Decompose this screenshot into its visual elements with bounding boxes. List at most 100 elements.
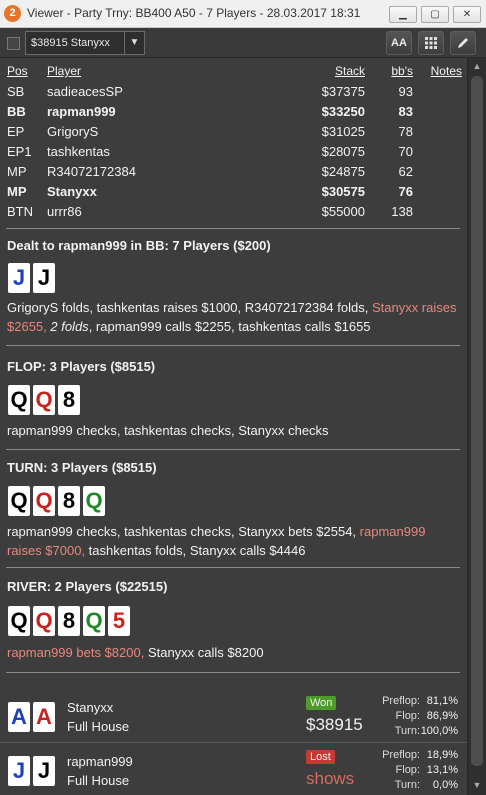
select-checkbox[interactable] xyxy=(7,37,20,50)
stack-cell: $33250 xyxy=(321,104,365,119)
position-cell: BB xyxy=(7,104,26,119)
scroll-up-icon[interactable]: ▲ xyxy=(468,58,486,74)
header-notes[interactable]: Notes xyxy=(431,64,462,78)
hole-cards: JJ xyxy=(8,263,58,295)
playing-card: A xyxy=(8,702,30,732)
header-pos[interactable]: Pos xyxy=(7,64,28,78)
showdown-player: Stanyxx Full House xyxy=(67,698,129,736)
window-title: Viewer - Party Trny: BB400 A50 - 7 Playe… xyxy=(27,6,361,20)
vertical-scrollbar[interactable]: ▲ ▼ xyxy=(467,58,486,795)
player-name-cell: Stanyxx xyxy=(47,184,97,199)
showdown-row: JJ rapman999 Full House Lost shows Prefl… xyxy=(0,748,467,794)
grid-icon xyxy=(425,37,437,49)
showdown-player: rapman999 Full House xyxy=(67,752,133,790)
table-row[interactable]: MP R34072172384 $24875 62 xyxy=(7,164,462,184)
playing-card: J xyxy=(8,263,30,293)
playing-card: 5 xyxy=(108,606,130,636)
title-bar: 2 Viewer - Party Trny: BB400 A50 - 7 Pla… xyxy=(0,0,486,28)
position-cell: MP xyxy=(7,184,27,199)
font-size-button[interactable]: AA xyxy=(386,31,412,55)
action-text-part: Stanyxx calls $8200 xyxy=(147,645,264,660)
table-row[interactable]: EP1 tashkentas $28075 70 xyxy=(7,144,462,164)
player-select[interactable]: $38915 Stanyxx ▼ xyxy=(25,31,145,55)
lost-badge: Lost xyxy=(306,750,335,764)
toolbar: $38915 Stanyxx ▼ AA xyxy=(0,28,486,58)
scroll-down-icon[interactable]: ▼ xyxy=(468,777,486,793)
player-name-cell: rapman999 xyxy=(47,104,116,119)
equity-stat-row: Flop: 86,9% xyxy=(366,709,458,724)
hand-history-panel: Pos Player Stack bb's Notes SB sadieacesS… xyxy=(0,58,467,795)
table-row[interactable]: BTN urrr86 $55000 138 xyxy=(7,204,462,224)
edit-button[interactable] xyxy=(450,31,476,55)
table-row[interactable]: BB rapman999 $33250 83 xyxy=(7,104,462,124)
playing-card: Q xyxy=(8,606,30,636)
river-title: RIVER: 2 Players ($22515) xyxy=(7,579,168,594)
chevron-down-icon[interactable]: ▼ xyxy=(124,32,144,54)
equity-stat-row: Preflop: 81,1% xyxy=(366,694,458,709)
equity-value: 18,9% xyxy=(426,749,458,761)
maximize-icon: ▢ xyxy=(430,9,440,20)
maximize-button[interactable]: ▢ xyxy=(421,6,449,23)
showdown-hand: Full House xyxy=(67,773,130,788)
header-bbs[interactable]: bb's xyxy=(391,64,413,78)
close-icon: ✕ xyxy=(462,9,472,20)
table-row[interactable]: EP GrigoryS $31025 78 xyxy=(7,124,462,144)
river-actions: rapman999 bets $8200, Stanyxx calls $820… xyxy=(7,643,462,662)
divider xyxy=(6,345,460,346)
playing-card: Q xyxy=(83,606,105,636)
turn-actions: rapman999 checks, tashkentas checks, Sta… xyxy=(7,522,462,560)
showdown-player-name[interactable]: rapman999 xyxy=(67,752,133,771)
equity-label: Flop: xyxy=(395,764,420,776)
header-player[interactable]: Player xyxy=(47,64,81,78)
bbs-cell: 70 xyxy=(398,144,413,159)
minimize-button[interactable]: ▁ xyxy=(389,6,417,23)
player-name-cell: GrigoryS xyxy=(47,124,99,139)
stack-cell: $31025 xyxy=(321,124,365,139)
equity-value: 81,1% xyxy=(426,695,458,707)
scroll-thumb[interactable] xyxy=(471,76,483,766)
equity-stats: Preflop: 81,1% Flop: 86,9% Turn:100,0% xyxy=(366,694,458,739)
equity-label: Flop: xyxy=(395,710,420,722)
playing-card: 8 xyxy=(58,486,80,516)
flop-actions: rapman999 checks, tashkentas checks, Sta… xyxy=(7,423,329,438)
table-row[interactable]: SB sadieacesSP $37375 93 xyxy=(7,84,462,104)
player-name-cell: urrr86 xyxy=(47,204,82,219)
grid-button[interactable] xyxy=(418,31,444,55)
playing-card: J xyxy=(33,263,55,293)
flop-cards: QQ8 xyxy=(8,385,83,417)
table-row[interactable]: MP Stanyxx $30575 76 xyxy=(7,184,462,204)
header-stack[interactable]: Stack xyxy=(335,64,365,78)
equity-stat-row: Preflop: 18,9% xyxy=(366,748,458,763)
turn-cards: QQ8Q xyxy=(8,486,108,518)
minimize-icon: ▁ xyxy=(399,9,407,20)
divider xyxy=(6,449,460,450)
divider xyxy=(0,742,467,743)
equity-label: Preflop: xyxy=(382,695,420,707)
showdown-amount: $38915 xyxy=(306,715,363,734)
equity-stats: Preflop: 18,9% Flop: 13,1% Turn: 0,0% xyxy=(366,748,458,793)
playing-card: 8 xyxy=(58,606,80,636)
position-cell: MP xyxy=(7,164,27,179)
position-cell: EP xyxy=(7,124,25,139)
showdown-row: AA Stanyxx Full House Won $38915 Preflop… xyxy=(0,694,467,740)
player-select-value: $38915 Stanyxx xyxy=(31,37,110,49)
players-table: Pos Player Stack bb's Notes SB sadieacesS… xyxy=(7,64,462,224)
showdown-player-name[interactable]: Stanyxx xyxy=(67,698,129,717)
won-badge: Won xyxy=(306,696,337,710)
playing-card: Q xyxy=(8,385,30,415)
player-name-cell: R34072172384 xyxy=(47,164,136,179)
river-cards: QQ8Q5 xyxy=(8,606,133,638)
action-text-part: , rapman999 calls $2255, tashkentas call… xyxy=(88,319,371,334)
divider xyxy=(6,567,460,568)
close-button[interactable]: ✕ xyxy=(453,6,481,23)
preflop-actions: GrigoryS folds, tashkentas raises $1000,… xyxy=(7,298,462,336)
playing-card: Q xyxy=(8,486,30,516)
bbs-cell: 76 xyxy=(398,184,413,199)
playing-card: J xyxy=(33,756,55,786)
showdown-cards: AA xyxy=(8,702,58,734)
playing-card: Q xyxy=(83,486,105,516)
equity-stat-row: Turn: 0,0% xyxy=(366,778,458,793)
turn-title: TURN: 3 Players ($8515) xyxy=(7,460,157,475)
equity-label: Turn: xyxy=(394,725,420,737)
bbs-cell: 83 xyxy=(398,104,413,119)
